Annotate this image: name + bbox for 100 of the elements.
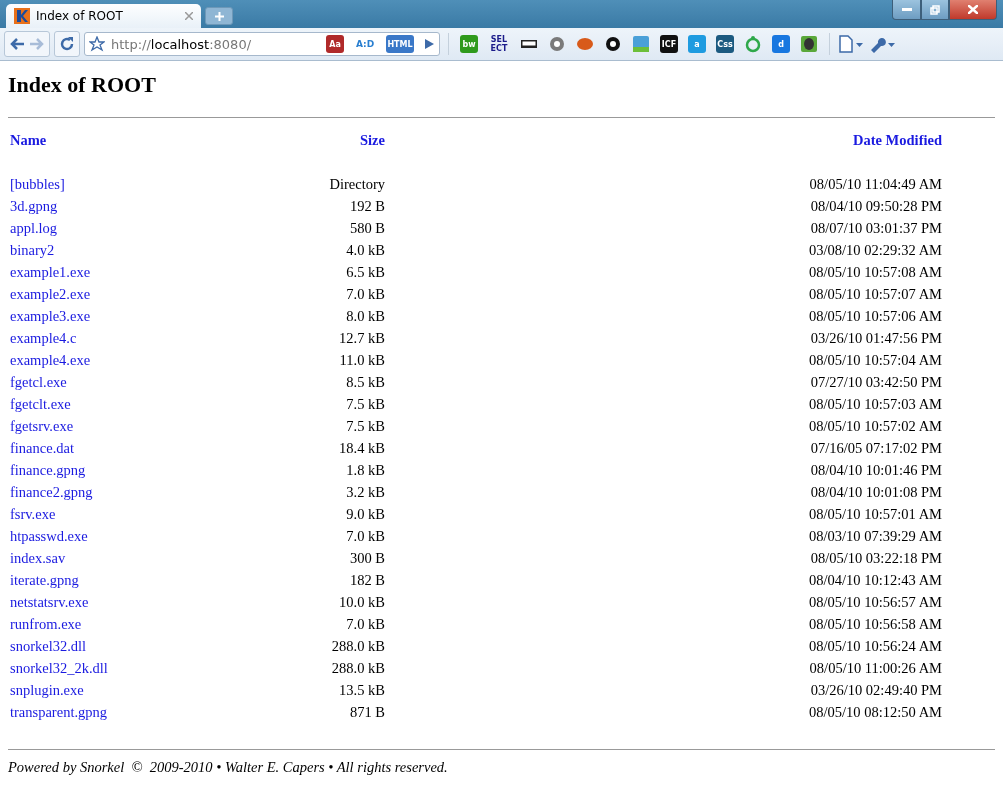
extension-icon[interactable]: d [772,35,790,53]
maximize-button[interactable] [921,0,949,20]
file-link[interactable]: example1.exe [10,261,250,283]
browser-tab[interactable]: Index of ROOT [6,4,201,28]
landscape-icon[interactable] [632,35,650,53]
extension-icon[interactable]: ICF [660,35,678,53]
modified-date: 08/05/10 10:56:24 AM [808,637,942,656]
file-link[interactable]: [bubbles] [10,173,250,195]
column-header-link[interactable]: Date Modified [385,129,942,151]
plus-icon [214,11,224,21]
extension-icon[interactable]: bw [460,35,478,53]
file-size: 7.0 kB [345,615,385,634]
modified-date: 07/16/05 07:17:02 PM [809,439,942,458]
modified-date: 08/05/10 10:57:04 AM [808,351,942,370]
file-link[interactable]: fgetcl.exe [10,371,250,393]
file-size: 1.8 kB [345,461,385,480]
file-size: 288.0 kB [330,659,385,678]
modified-date: 08/05/10 10:57:03 AM [808,395,942,414]
modified-date: 08/04/10 10:01:46 PM [809,461,942,480]
file-link[interactable]: netstatsrv.exe [10,591,250,613]
file-link[interactable]: snorkel32_2k.dll [10,657,250,679]
file-size: 3.2 kB [345,483,385,502]
file-link[interactable]: binary2 [10,239,250,261]
new-tab-button[interactable] [205,7,233,25]
file-link[interactable]: example4.exe [10,349,250,371]
file-size: 8.0 kB [345,307,385,326]
minimize-icon [901,8,912,11]
page-title: Index of ROOT [8,72,157,98]
modified-date: 08/03/10 07:39:29 AM [808,527,942,546]
modified-date: 08/05/10 08:12:50 AM [808,703,942,722]
file-link[interactable]: example2.exe [10,283,250,305]
file-size: 580 B [348,219,385,238]
file-link[interactable]: snorkel32.dll [10,635,250,657]
file-link[interactable]: example4.c [10,327,250,349]
play-icon[interactable] [423,38,435,50]
address-bar[interactable]: http://localhost:8080/ Aa A:D HTML [84,32,440,56]
file-link[interactable]: iterate.gpng [10,569,250,591]
extension-icon[interactable]: SEL ECT [488,35,510,53]
file-size: 7.0 kB [345,285,385,304]
file-link[interactable]: fgetsrv.exe [10,415,250,437]
site-logo-icon [14,8,30,24]
close-icon[interactable] [185,12,193,20]
file-size: Directory [328,175,385,194]
modified-date: 08/05/10 10:56:58 AM [808,615,942,634]
file-size: 7.0 kB [345,527,385,546]
file-size: 10.0 kB [338,593,385,612]
minimize-button[interactable] [892,0,921,20]
modified-date: 08/05/10 10:57:06 AM [808,307,942,326]
url-text: http://localhost:8080/ [111,36,253,52]
modified-date: 08/04/10 10:12:43 AM [808,571,942,590]
file-link[interactable]: snplugin.exe [10,679,250,701]
file-link[interactable]: htpasswd.exe [10,525,250,547]
file-size: 9.0 kB [345,505,385,524]
page-menu-icon[interactable] [838,35,864,53]
file-link[interactable]: example3.exe [10,305,250,327]
modified-date: 08/05/10 10:57:02 AM [808,417,942,436]
extension-icon[interactable]: A:D [356,35,374,53]
file-size: 871 B [348,703,385,722]
modified-date: 08/05/10 10:57:07 AM [808,285,942,304]
file-link[interactable]: finance.gpng [10,459,250,481]
modified-date: 08/07/10 03:01:37 PM [809,219,942,238]
reload-icon [59,36,75,52]
modified-date: 07/27/10 03:42:50 PM [809,373,942,392]
modified-date: 08/04/10 09:50:28 PM [809,197,942,216]
modified-date: 08/05/10 10:57:01 AM [808,505,942,524]
file-size: 8.5 kB [345,373,385,392]
extension-icon[interactable]: Css [716,35,734,53]
reload-button[interactable] [54,31,80,57]
maximize-icon [930,4,940,15]
file-link[interactable]: finance.dat [10,437,250,459]
column-header-link[interactable]: Name [10,129,250,151]
file-size: 12.7 kB [338,329,385,348]
tab-title: Index of ROOT [36,9,124,23]
column-header-link[interactable]: Size [250,129,385,151]
dictionary-icon[interactable]: Aa [326,35,344,53]
file-size: 7.5 kB [345,395,385,414]
modified-date: 03/26/10 01:47:56 PM [809,329,942,348]
modified-date: 08/05/10 03:22:18 PM [809,549,942,568]
file-size: 300 B [348,549,385,568]
modified-date: 08/05/10 11:00:26 AM [808,659,942,678]
file-link[interactable]: fgetclt.exe [10,393,250,415]
back-arrow-icon[interactable] [9,37,25,51]
file-link[interactable]: 3d.gpng [10,195,250,217]
file-size: 7.5 kB [345,417,385,436]
file-link[interactable]: finance2.gpng [10,481,250,503]
file-size: 11.0 kB [338,351,385,370]
star-icon[interactable] [89,36,105,52]
file-size: 182 B [348,571,385,590]
modified-date: 08/05/10 11:04:49 AM [808,175,942,194]
close-window-button[interactable] [949,0,997,20]
close-icon [968,5,978,14]
file-link[interactable]: runfrom.exe [10,613,250,635]
file-link[interactable]: fsrv.exe [10,503,250,525]
file-size: 6.5 kB [345,263,385,282]
html-icon[interactable]: HTML [386,35,414,53]
file-link[interactable]: index.sav [10,547,250,569]
file-link[interactable]: appl.log [10,217,250,239]
navigation-buttons[interactable] [4,31,50,57]
file-link[interactable]: transparent.gpng [10,701,250,723]
modified-date: 08/04/10 10:01:08 PM [809,483,942,502]
